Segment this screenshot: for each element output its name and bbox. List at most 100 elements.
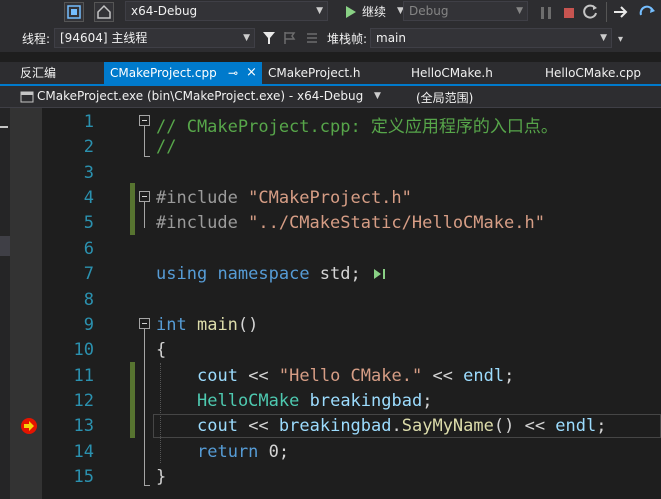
line-number: 2 [83,137,94,157]
preprocessor-directive: #include [156,213,249,233]
operator: << [237,366,279,386]
solution-config-combo[interactable]: Debug ▼ [403,1,528,21]
panel-tab[interactable] [0,236,10,256]
pause-icon[interactable] [539,5,553,19]
line-number: 15 [73,467,94,487]
close-icon[interactable]: × [246,62,257,84]
configuration-value: x64-Debug [131,4,198,18]
operator: . [391,416,402,436]
operator: () << [493,416,556,436]
tab-cmakeproject-cpp[interactable]: CMakeProject.cpp ⊸ × [104,62,262,84]
code-line-10[interactable]: { [156,340,166,360]
identifier: endl [555,416,597,436]
chevron-down-icon: ▼ [316,6,323,16]
project-value: CMakeProject.exe (bin\CMakeProject.exe) … [37,89,364,103]
fold-guide [144,156,150,157]
code-text: ; [504,366,515,386]
breakpoint-current-icon[interactable] [20,417,38,435]
function-name: main [196,315,238,335]
tab-label: HelloCMake.cpp [545,66,642,80]
restart-icon[interactable] [583,4,599,20]
navigation-bar: CMakeProject.exe (bin\CMakeProject.exe) … [0,86,661,108]
continue-button[interactable]: 继续 ▼ [341,3,411,21]
code-line-9[interactable]: int main() [156,315,258,335]
project-combo[interactable]: CMakeProject.exe (bin\CMakeProject.exe) … [18,88,388,106]
code-line-1[interactable]: // CMakeProject.cpp: 定义应用程序的入口点。 [156,112,558,137]
glyph-margin [10,108,42,499]
change-indicator [130,183,135,235]
chevron-down-icon: ▼ [516,6,523,16]
keyword: return [197,442,259,462]
code-line-5[interactable]: #include "../CMakeStatic/HelloCMake.h" [156,213,545,233]
tab-hellocmake-h[interactable]: HelloCMake.h [405,62,499,84]
fold-guide [144,329,145,485]
document-tabs: 反汇编 CMakeProject.cpp ⊸ × CMakeProject.h … [0,62,661,84]
tab-label: CMakeProject.h [268,66,361,80]
stop-icon[interactable] [562,5,576,19]
preprocessor-directive: #include [156,188,249,208]
tab-disassembly[interactable]: 反汇编 [14,62,62,84]
solution-explorer-icon[interactable] [64,2,84,22]
identifier: breakingbad [278,416,392,436]
flag-icon[interactable] [283,30,297,44]
continue-label: 继续 [362,5,387,19]
tab-label: 反汇编 [20,66,57,80]
code-line-11[interactable]: cout << "Hello CMake." << endl; [197,366,514,386]
scope-value: (全局范围) [416,91,474,105]
play-icon [346,6,356,18]
code-text: ; [596,416,607,436]
tab-cmakeproject-h[interactable]: CMakeProject.h [262,62,366,84]
code-text: ; [422,391,433,411]
run-to-click-icon[interactable] [372,266,388,280]
code-line-13[interactable]: cout << breakingbad.SayMyName() << endl; [197,416,607,436]
side-panel-strip [0,108,10,499]
home-icon[interactable] [94,2,114,22]
line-number: 5 [83,213,94,233]
tab-label: HelloCMake.h [411,66,493,80]
code-line-14[interactable]: return 0; [197,442,289,462]
scope-combo[interactable]: (全局范围) [393,88,661,106]
code-line-12[interactable]: HelloCMake breakingbad; [197,391,432,411]
include-path: "../CMakeStatic/HelloCMake.h" [248,213,545,233]
line-number: 4 [83,188,94,208]
code-line-2[interactable]: // [156,137,176,157]
chevron-down-icon: ▼ [600,33,607,43]
code-text: 0; [258,442,290,462]
show-next-statement-icon[interactable] [612,3,630,21]
filter-icon[interactable] [262,30,276,44]
code-editor[interactable] [42,108,661,499]
line-number: 8 [83,290,94,310]
pin-icon[interactable]: ⊸ [228,62,238,84]
solution-config-value: Debug [409,4,449,18]
code-text: () [237,315,259,335]
identifier: breakingbad [309,391,423,411]
configuration-combo[interactable]: x64-Debug ▼ [125,1,328,21]
keyword: namespace [217,264,310,284]
stackframe-combo[interactable]: main ▼ [370,28,612,48]
code-line-4[interactable]: #include "CMakeProject.h" [156,188,412,208]
stackframe-value: main [376,31,406,45]
expand-callstack-icon[interactable] [305,30,319,44]
keyword: int [156,315,187,335]
collapse-icon[interactable] [139,115,150,126]
string-literal: "Hello CMake." [278,366,423,386]
code-text: std; [309,264,361,284]
change-indicator [130,362,135,438]
step-into-icon[interactable] [638,3,658,21]
collapse-icon[interactable] [139,318,150,329]
line-number: 11 [73,366,94,386]
line-number: 7 [83,264,94,284]
tab-hellocmake-cpp[interactable]: HelloCMake.cpp [539,62,647,84]
debug-toolbar: x64-Debug ▼ 继续 ▼ Debug ▼ [0,0,661,24]
include-path: "CMakeProject.h" [248,188,412,208]
stackframe-label: 堆栈帧: [327,32,368,46]
panel-marker [0,126,8,128]
code-line-15[interactable]: } [156,467,166,487]
line-number: 14 [73,442,94,462]
thread-toolbar: 线程: [94604] 主线程 ▼ 堆栈帧: main ▼ ▾ [0,24,661,52]
thread-combo[interactable]: [94604] 主线程 ▼ [54,28,255,48]
code-line-7[interactable]: using namespace std; [156,264,361,284]
toolbar-overflow-icon[interactable]: ▾ [618,34,623,45]
collapse-icon[interactable] [139,191,150,202]
operator: << [422,366,464,386]
